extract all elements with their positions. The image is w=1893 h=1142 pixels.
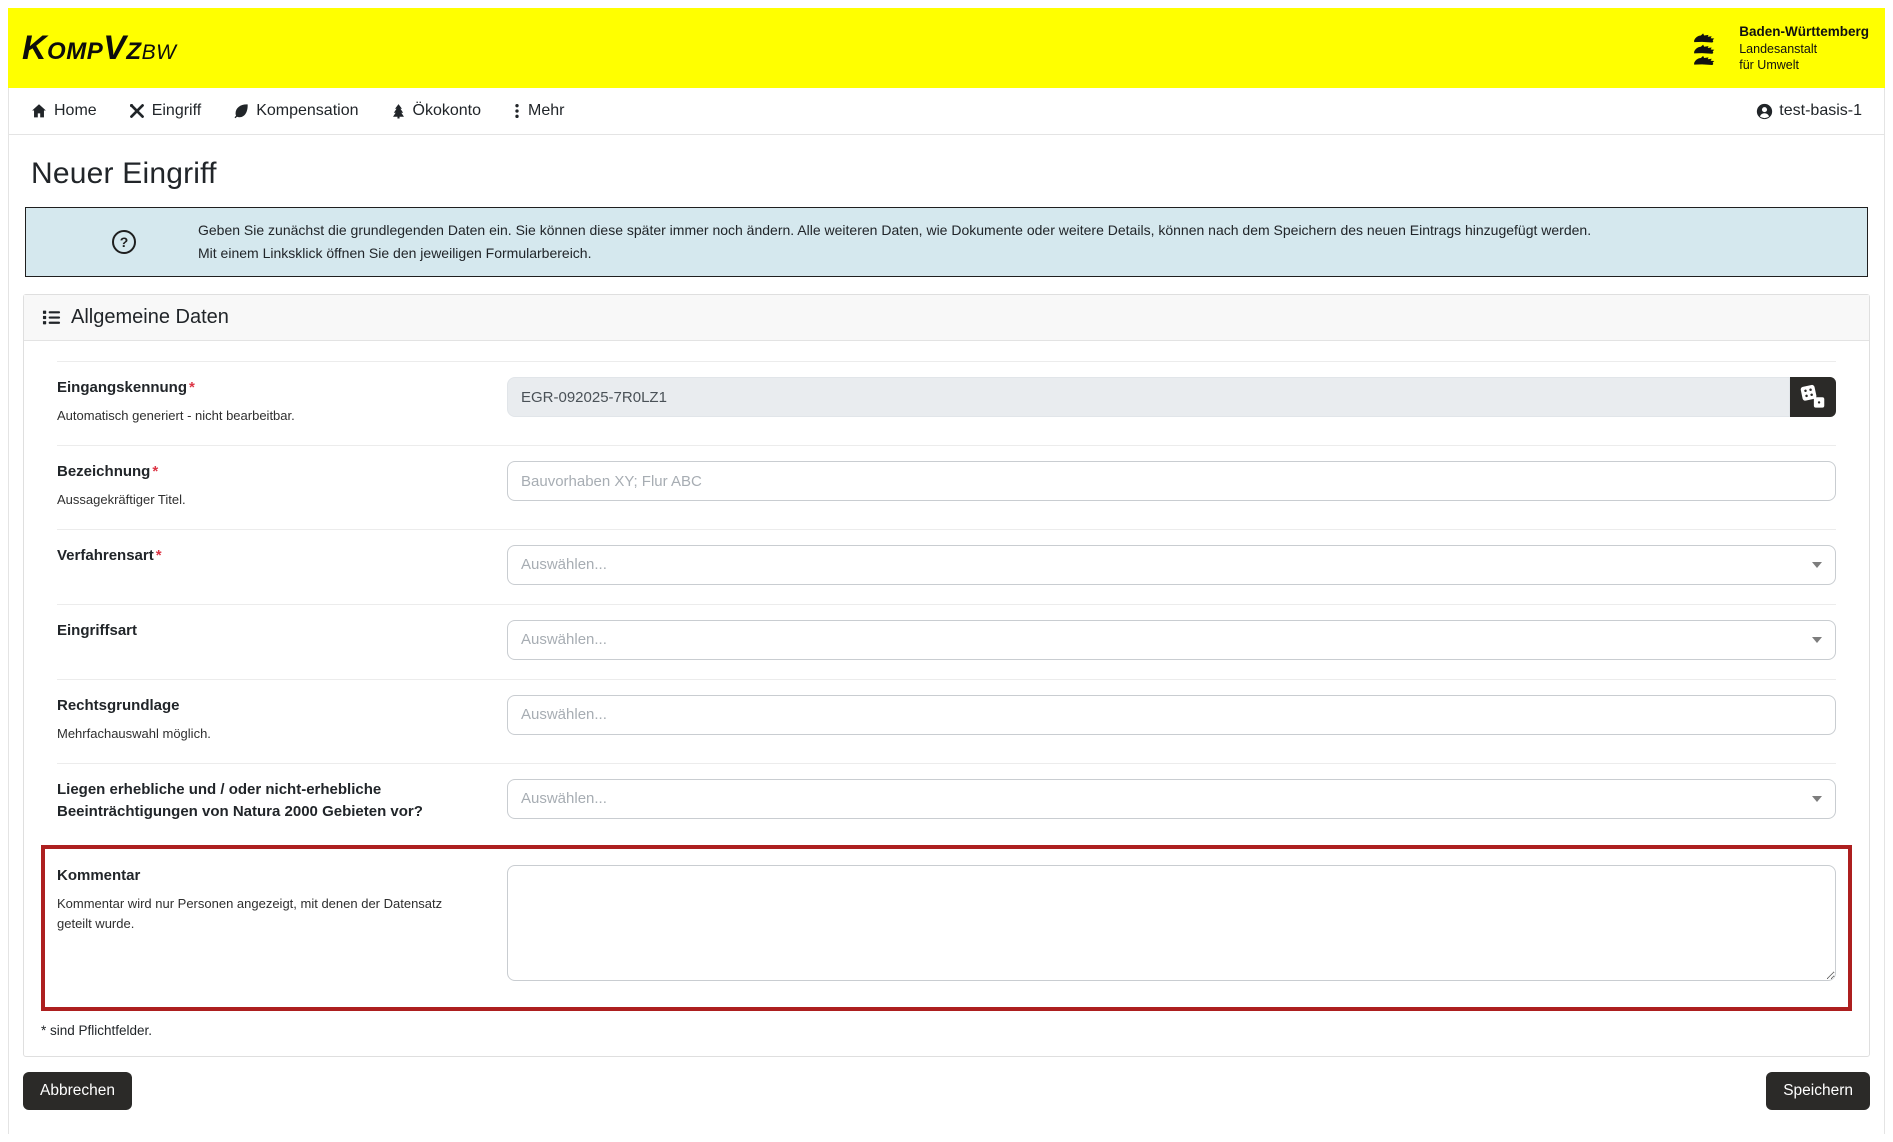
- natura2000-select[interactable]: [507, 779, 1836, 819]
- state-logo-line3: für Umwelt: [1739, 57, 1869, 73]
- field-hint-kommentar: Kommentar wird nur Personen angezeigt, m…: [57, 894, 457, 934]
- username: test-basis-1: [1779, 102, 1862, 120]
- eingriffsart-select[interactable]: [507, 620, 1836, 660]
- field-label-eingangskennung: Eingangskennung: [57, 379, 187, 396]
- nav-label: Ökokonto: [413, 102, 481, 120]
- required-fields-note: * sind Pflichtfelder.: [41, 1023, 1852, 1038]
- nav-item-kompensation[interactable]: Kompensation: [233, 102, 358, 120]
- user-menu[interactable]: test-basis-1: [1756, 102, 1862, 120]
- nav-label: Home: [54, 102, 97, 120]
- home-icon: [31, 103, 47, 119]
- field-row-eingriffsart: Eingriffsart: [57, 604, 1836, 679]
- field-row-natura2000: Liegen erhebliche und / oder nicht-erheb…: [57, 763, 1836, 842]
- card-body: Eingangskennung* Automatisch generiert -…: [24, 341, 1869, 1056]
- app-logo[interactable]: KompVzBW: [22, 29, 176, 68]
- state-logo: Baden-Württemberg Landesanstalt für Umwe…: [1693, 23, 1869, 72]
- coat-of-arms-icon: [1693, 28, 1729, 68]
- field-label-verfahrensart: Verfahrensart: [57, 547, 154, 564]
- main-content: Neuer Eingriff ? Geben Sie zunächst die …: [9, 157, 1884, 1134]
- ellipsis-vertical-icon: [513, 103, 521, 119]
- field-label-kommentar: Kommentar: [57, 865, 507, 887]
- required-asterisk: *: [189, 379, 195, 396]
- field-label-rechtsgrundlage: Rechtsgrundlage: [57, 697, 180, 714]
- main-nav: Home Eingriff Kompensation Ökokonto Mehr: [9, 88, 1884, 135]
- nav-label: Mehr: [528, 102, 564, 120]
- app-logo-suffix: BW: [142, 41, 177, 64]
- generate-id-button[interactable]: [1790, 377, 1836, 417]
- rechtsgrundlage-multiselect[interactable]: [507, 695, 1836, 735]
- nav-item-oekokonto[interactable]: Ökokonto: [391, 102, 481, 120]
- field-row-bezeichnung: Bezeichnung* Aussagekräftiger Titel.: [57, 445, 1836, 529]
- page-container: Home Eingriff Kompensation Ökokonto Mehr: [8, 88, 1885, 1134]
- field-hint-bezeichnung: Aussagekräftiger Titel.: [57, 490, 457, 510]
- tools-icon: [129, 103, 145, 119]
- info-banner-text: Geben Sie zunächst die grundlegenden Dat…: [198, 219, 1591, 265]
- kommentar-highlight-box: Kommentar Kommentar wird nur Personen an…: [41, 845, 1852, 1011]
- leaf-icon: [233, 103, 249, 119]
- state-logo-line2: Landesanstalt: [1739, 41, 1869, 57]
- field-label-natura2000: Liegen erhebliche und / oder nicht-erheb…: [57, 779, 447, 823]
- nav-item-eingriff[interactable]: Eingriff: [129, 102, 202, 120]
- help-circle-icon: ?: [112, 230, 136, 254]
- info-line-2: Mit einem Linksklick öffnen Sie den jewe…: [198, 242, 1591, 265]
- user-circle-icon: [1756, 103, 1773, 120]
- form-actions: Abbrechen Speichern: [23, 1072, 1870, 1110]
- eingangskennung-input: [507, 377, 1790, 417]
- required-asterisk: *: [152, 463, 158, 480]
- section-title: Allgemeine Daten: [71, 306, 229, 329]
- field-hint-eingangskennung: Automatisch generiert - nicht bearbeitba…: [57, 406, 457, 426]
- info-banner: ? Geben Sie zunächst die grundlegenden D…: [25, 207, 1868, 277]
- info-line-1: Geben Sie zunächst die grundlegenden Dat…: [198, 219, 1591, 242]
- tree-icon: [391, 103, 406, 119]
- app-logo-text: KompVz: [22, 29, 142, 67]
- allgemeine-daten-card: Allgemeine Daten Eingangskennung* Automa…: [23, 294, 1870, 1057]
- app-header: KompVzBW Baden-Württemberg Landesanstalt…: [8, 8, 1885, 88]
- nav-label: Kompensation: [256, 102, 358, 120]
- required-asterisk: *: [156, 547, 162, 564]
- nav-item-mehr[interactable]: Mehr: [513, 102, 564, 120]
- field-row-rechtsgrundlage: Rechtsgrundlage Mehrfachauswahl möglich.: [57, 679, 1836, 763]
- card-header: Allgemeine Daten: [24, 295, 1869, 341]
- page-title: Neuer Eingriff: [31, 157, 1862, 191]
- field-label-eingriffsart: Eingriffsart: [57, 622, 137, 639]
- save-button[interactable]: Speichern: [1766, 1072, 1870, 1110]
- list-icon: [42, 308, 61, 327]
- kommentar-textarea[interactable]: [507, 865, 1836, 981]
- field-row-verfahrensart: Verfahrensart*: [57, 529, 1836, 604]
- verfahrensart-select[interactable]: [507, 545, 1836, 585]
- nav-label: Eingriff: [152, 102, 202, 120]
- dice-icon: [1800, 384, 1826, 410]
- nav-item-home[interactable]: Home: [31, 102, 97, 120]
- field-row-eingangskennung: Eingangskennung* Automatisch generiert -…: [57, 361, 1836, 445]
- field-row-kommentar: Kommentar Kommentar wird nur Personen an…: [57, 859, 1836, 989]
- field-hint-rechtsgrundlage: Mehrfachauswahl möglich.: [57, 724, 457, 744]
- state-logo-line1: Baden-Württemberg: [1739, 23, 1869, 40]
- cancel-button[interactable]: Abbrechen: [23, 1072, 132, 1110]
- bezeichnung-input[interactable]: [507, 461, 1836, 501]
- field-label-bezeichnung: Bezeichnung: [57, 463, 150, 480]
